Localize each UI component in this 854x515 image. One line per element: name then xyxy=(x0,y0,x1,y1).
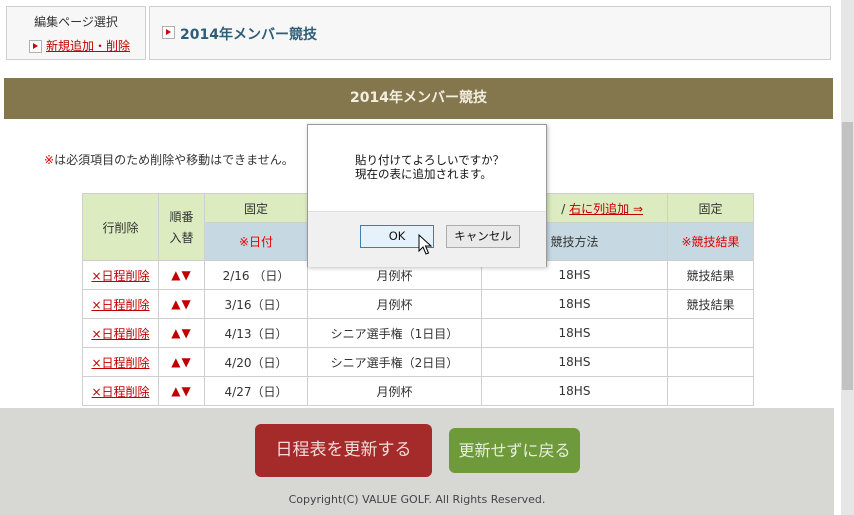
delete-row-link-container: ×日程削除 xyxy=(82,289,159,319)
copyright: Copyright(C) VALUE GOLF. All Rights Rese… xyxy=(288,493,546,506)
delete-row-link-container: ×日程削除 xyxy=(82,376,159,406)
edit-page-select-caption: 編集ページ選択 xyxy=(34,15,118,29)
date-cell-container: 2/16 （日） xyxy=(204,260,308,290)
result-cell-container xyxy=(667,376,754,406)
dialog-message-line2: 現在の表に追加されます。 xyxy=(355,167,492,181)
delete-row-link[interactable]: ×日程削除 xyxy=(91,385,149,399)
dialog-message-line1: 貼り付けてよろしいですか？ xyxy=(355,153,505,167)
edit-page-select-box: 編集ページ選択 新規追加・削除 xyxy=(6,6,146,60)
col-order-label-bottom: 入替 xyxy=(169,231,194,245)
date-cell: 2/16 （日） xyxy=(222,268,290,283)
fixed-right-header: 固定 xyxy=(667,193,754,223)
reorder-arrows-container: ▲▼ xyxy=(158,318,205,348)
delete-row-link-container: ×日程削除 xyxy=(82,347,159,377)
table-row: ×日程削除 ▲▼ 3/16（日） 月例杯 18HS 競技結果 xyxy=(82,289,754,319)
section-banner: 2014年メンバー競技 xyxy=(4,78,833,119)
event-cell-container: 月例杯 xyxy=(307,376,482,406)
event-cell: 月例杯 xyxy=(376,384,413,399)
cancel-button[interactable]: キャンセル xyxy=(446,225,520,248)
event-cell-container: シニア選手権（1日目） xyxy=(307,318,482,348)
date-cell-container: 4/13（日） xyxy=(204,318,308,348)
update-schedule-button[interactable]: 日程表を更新する xyxy=(255,424,432,477)
method-cell-container: 18HS xyxy=(481,318,668,348)
method-cell: 18HS xyxy=(558,355,591,369)
date-cell-container: 4/27（日） xyxy=(204,376,308,406)
required-notice: ※は必須項目のため削除や移動はできません。 xyxy=(44,151,294,168)
event-cell-container: 月例杯 xyxy=(307,289,482,319)
delete-row-link-container: ×日程削除 xyxy=(82,318,159,348)
event-cell: シニア選手権（2日目） xyxy=(330,355,459,370)
delete-row-link[interactable]: ×日程削除 xyxy=(91,327,149,341)
reorder-arrows[interactable]: ▲▼ xyxy=(171,326,191,340)
result-header: ※競技結果 xyxy=(667,222,754,261)
method-cell-container: 18HS xyxy=(481,289,668,319)
reorder-arrows-container: ▲▼ xyxy=(158,347,205,377)
event-cell: シニア選手権（1日目） xyxy=(330,326,459,341)
new-add-delete-row: 新規追加・削除 xyxy=(29,37,130,54)
date-cell: 3/16（日） xyxy=(224,297,288,312)
date-cell: 4/20（日） xyxy=(224,355,288,370)
page-title: 2014年メンバー競技 xyxy=(180,27,317,43)
date-cell: 4/27（日） xyxy=(224,384,288,399)
reorder-arrows-container: ▲▼ xyxy=(158,376,205,406)
result-cell-container: 競技結果 xyxy=(667,260,754,290)
table-row: ×日程削除 ▲▼ 4/20（日） シニア選手権（2日目） 18HS xyxy=(82,347,754,377)
reorder-arrows[interactable]: ▲▼ xyxy=(171,297,191,311)
method-cell: 18HS xyxy=(558,297,591,311)
mouse-cursor-icon xyxy=(418,234,432,255)
result-cell: 競技結果 xyxy=(686,297,735,312)
reorder-arrows-container: ▲▼ xyxy=(158,260,205,290)
table-row: ×日程削除 ▲▼ 4/27（日） 月例杯 18HS xyxy=(82,376,754,406)
back-without-update-button[interactable]: 更新せずに戻る xyxy=(449,428,580,473)
method-cell: 18HS xyxy=(558,384,591,398)
result-cell-container xyxy=(667,318,754,348)
add-col-sep: / xyxy=(561,201,566,216)
reorder-arrows[interactable]: ▲▼ xyxy=(171,384,191,398)
reorder-arrows[interactable]: ▲▼ xyxy=(171,268,191,282)
date-header: ※日付 xyxy=(204,222,308,261)
date-cell: 4/13（日） xyxy=(224,326,288,341)
add-column-right-link[interactable]: 右に列追加 ⇒ xyxy=(569,202,643,216)
method-cell-container: 18HS xyxy=(481,347,668,377)
delete-row-link[interactable]: ×日程削除 xyxy=(91,298,149,312)
dialog-message: 貼り付けてよろしいですか？ 現在の表に追加されます。 xyxy=(355,153,504,181)
result-cell-container: 競技結果 xyxy=(667,289,754,319)
event-cell: 月例杯 xyxy=(376,297,413,312)
delete-row-link-container: ×日程削除 xyxy=(82,260,159,290)
triangle-bullet-icon xyxy=(29,40,42,53)
delete-row-link[interactable]: ×日程削除 xyxy=(91,269,149,283)
event-cell: 月例杯 xyxy=(376,268,413,283)
page-title-box: 2014年メンバー競技 xyxy=(149,6,831,60)
table-row: ×日程削除 ▲▼ 4/13（日） シニア選手権（1日目） 18HS xyxy=(82,318,754,348)
triangle-bullet-icon xyxy=(162,26,175,39)
new-add-delete-link[interactable]: 新規追加・削除 xyxy=(46,39,130,53)
required-notice-text: は必須項目のため削除や移動はできません。 xyxy=(54,153,294,167)
date-cell-container: 3/16（日） xyxy=(204,289,308,319)
col-delete-header: 行削除 xyxy=(82,193,159,261)
date-cell-container: 4/20（日） xyxy=(204,347,308,377)
method-cell: 18HS xyxy=(558,268,591,282)
result-cell-container xyxy=(667,347,754,377)
result-cell: 競技結果 xyxy=(686,268,735,283)
delete-row-link[interactable]: ×日程削除 xyxy=(91,356,149,370)
required-mark: ※ xyxy=(44,153,55,167)
reorder-arrows-container: ▲▼ xyxy=(158,289,205,319)
col-order-label-top: 順番 xyxy=(169,210,194,224)
reorder-arrows[interactable]: ▲▼ xyxy=(171,355,191,369)
event-cell-container: シニア選手権（2日目） xyxy=(307,347,482,377)
method-cell: 18HS xyxy=(558,326,591,340)
fixed-left-header: 固定 xyxy=(204,193,308,223)
method-cell-container: 18HS xyxy=(481,376,668,406)
col-order-header: 順番 入替 xyxy=(158,193,205,261)
scrollbar-thumb[interactable] xyxy=(842,122,853,390)
